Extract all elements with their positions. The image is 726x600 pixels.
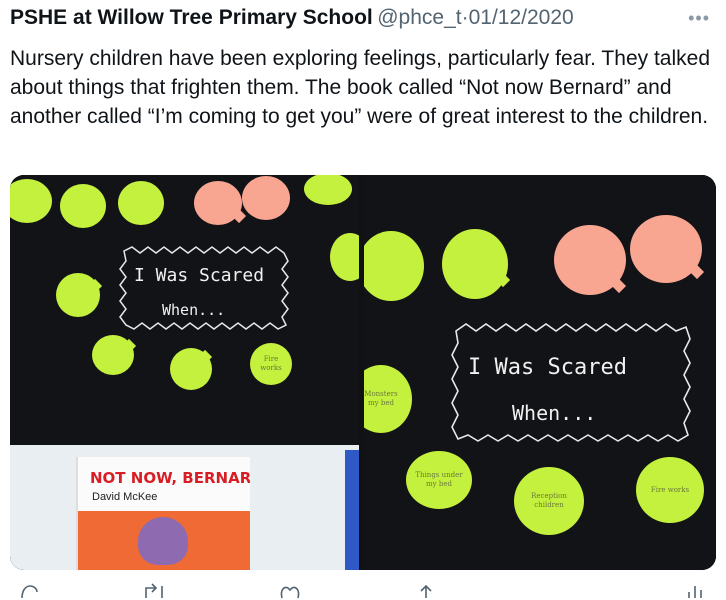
right-note-5: Monsters my bed: [364, 365, 412, 433]
author-handle[interactable]: @phce_t: [377, 6, 461, 29]
left-blue-strip: [345, 450, 359, 570]
reply-icon[interactable]: [18, 578, 44, 600]
left-note-5: [242, 176, 290, 220]
left-board-heading-line1: I Was Scared: [134, 265, 265, 286]
book-title: NOT NOW, BERNARD: [90, 469, 250, 487]
right-note-7: Reception children: [514, 467, 584, 535]
more-options-icon[interactable]: •••: [688, 8, 710, 29]
left-note-10: [170, 348, 213, 390]
tweet-text: Nursery children have been exploring fee…: [10, 47, 710, 128]
right-note-6: Things under my bed: [406, 451, 472, 509]
left-note-4: [194, 181, 247, 225]
tweet-action-bar: [0, 578, 726, 600]
right-note-3: [554, 225, 627, 295]
right-note-8: Fire works: [636, 457, 704, 523]
retweet-icon[interactable]: [142, 578, 168, 600]
left-note-7: [330, 233, 359, 281]
left-note-8: [56, 273, 103, 317]
left-note-1: [10, 179, 52, 223]
share-icon[interactable]: [414, 578, 440, 600]
left-note-2: [60, 184, 106, 228]
left-note-3: [118, 181, 164, 225]
right-note-2: [442, 229, 511, 299]
right-board-heading-line2: When...: [512, 401, 597, 425]
media-photo-right[interactable]: Monsters my bed Things under my bed Rece…: [364, 175, 716, 570]
left-board-heading-line2: When...: [162, 301, 226, 319]
tweet-media[interactable]: Fire works I Was Scared When... NOT NOW,…: [10, 175, 716, 570]
like-icon[interactable]: [278, 578, 304, 600]
tweet-date[interactable]: 01/12/2020: [469, 6, 574, 29]
right-note-1: [364, 231, 424, 301]
book-author: David McKee: [92, 491, 158, 503]
left-note-11: Fire works: [250, 343, 292, 385]
media-photo-left[interactable]: Fire works I Was Scared When... NOT NOW,…: [10, 175, 359, 570]
right-chalk-frame: [451, 323, 691, 442]
tweet-header: PSHE at Willow Tree Primary School @phce…: [10, 6, 716, 36]
book-cover: NOT NOW, BERNARD David McKee: [76, 457, 250, 570]
header-separator: ·: [461, 6, 469, 29]
right-board-heading-line1: I Was Scared: [468, 355, 627, 380]
author-name[interactable]: PSHE at Willow Tree Primary School: [10, 6, 373, 29]
book-monster-illustration: [138, 517, 188, 565]
right-note-4: [630, 215, 705, 283]
left-note-6: [304, 175, 352, 205]
analytics-icon[interactable]: [684, 578, 710, 600]
left-note-9: [92, 335, 137, 375]
